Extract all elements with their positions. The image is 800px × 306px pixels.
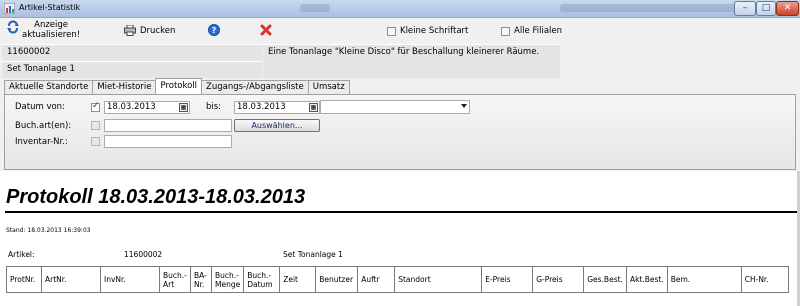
report-article-name: Set Tonanlage 1 bbox=[283, 250, 343, 259]
refresh-button[interactable]: Anzeige aktualisieren! bbox=[6, 20, 80, 40]
article-number-box: 11600002 bbox=[2, 44, 262, 61]
tab-zugangs-abgangsliste[interactable]: Zugangs-/Abgangsliste bbox=[201, 80, 309, 94]
small-font-checkbox[interactable] bbox=[387, 26, 396, 36]
select-booking-types-button[interactable]: Auswählen... bbox=[234, 119, 320, 132]
column-header: CH-Nr. bbox=[740, 266, 789, 293]
refresh-label-line1: Anzeige bbox=[34, 20, 69, 30]
column-header: Standort bbox=[394, 266, 483, 293]
report-title: Protokoll 18.03.2013-18.03.2013 bbox=[6, 186, 306, 208]
column-header: Buch.-Datum bbox=[243, 266, 281, 293]
column-header: InvNr. bbox=[100, 266, 160, 293]
background-blur bbox=[300, 4, 330, 12]
column-header: Zeit bbox=[279, 266, 317, 293]
all-branches-label: Alle Filialen bbox=[514, 26, 563, 36]
refresh-label-line2: aktualisieren! bbox=[22, 30, 81, 40]
article-name-box: Set Tonanlage 1 bbox=[2, 61, 262, 78]
tab-strip: Aktuelle Standorte Miet-Historie Protoko… bbox=[4, 78, 350, 94]
report-timestamp: Stand: 18.03.2013 16:39:03 bbox=[6, 227, 91, 234]
print-button[interactable]: Drucken bbox=[124, 25, 175, 36]
date-to-label: bis: bbox=[206, 102, 222, 112]
app-icon bbox=[4, 3, 15, 14]
column-header: Bem. bbox=[666, 266, 742, 293]
tab-miet-historie[interactable]: Miet-Historie bbox=[92, 80, 157, 94]
maximize-button[interactable]: □ bbox=[756, 1, 776, 16]
refresh-icon bbox=[7, 20, 19, 34]
printer-icon bbox=[124, 25, 136, 36]
date-to-value: 18.03.2013 bbox=[237, 101, 286, 112]
column-header: Buch.-Menge bbox=[210, 266, 245, 293]
date-from-field[interactable]: 18.03.2013 ▦ bbox=[104, 100, 190, 114]
tab-area: Aktuelle Standorte Miet-Historie Protoko… bbox=[0, 78, 800, 171]
column-header: ProtNr. bbox=[6, 266, 42, 293]
title-divider bbox=[5, 211, 800, 213]
tab-protokoll[interactable]: Protokoll bbox=[155, 78, 203, 94]
date-filter-row: Datum von: 18.03.2013 ▦ bis: 18.03.2013 … bbox=[11, 100, 470, 114]
inventory-row: Inventar-Nr.: bbox=[11, 135, 232, 148]
small-font-label: Kleine Schriftart bbox=[400, 26, 469, 36]
background-blur bbox=[560, 4, 760, 12]
column-header: ArtNr. bbox=[41, 266, 101, 293]
booking-type-row: Buch.art(en): Auswählen... bbox=[11, 119, 320, 132]
window-title: Artikel-Statistik bbox=[19, 3, 81, 12]
date-from-checkbox[interactable] bbox=[91, 101, 100, 112]
article-number: 11600002 bbox=[7, 47, 51, 57]
print-label: Drucken bbox=[140, 25, 176, 36]
inventory-field[interactable] bbox=[104, 135, 232, 148]
close-window-button[interactable]: ✕ bbox=[776, 1, 799, 16]
article-description-box: Eine Tonanlage "Kleine Disco" für Bescha… bbox=[263, 44, 560, 78]
tab-aktuelle-standorte[interactable]: Aktuelle Standorte bbox=[4, 80, 94, 94]
help-icon: ? bbox=[208, 24, 220, 36]
all-branches-checkbox[interactable] bbox=[501, 26, 510, 36]
filter-panel: Datum von: 18.03.2013 ▦ bis: 18.03.2013 … bbox=[4, 94, 796, 170]
booking-type-label: Buch.art(en): bbox=[15, 120, 72, 131]
booking-type-checkbox[interactable] bbox=[91, 121, 100, 130]
table-header-row: ProtNr. ArtNr. InvNr. Buch.-Art BA-Nr. B… bbox=[6, 266, 789, 293]
article-info-panel: 11600002 Set Tonanlage 1 Eine Tonanlage … bbox=[0, 44, 800, 78]
chevron-down-icon bbox=[461, 104, 467, 108]
column-header: Buch.-Art bbox=[159, 266, 191, 293]
column-header: Auftr bbox=[357, 266, 396, 293]
report-preview: Protokoll 18.03.2013-18.03.2013 Stand: 1… bbox=[0, 171, 800, 306]
column-header: E-Preis bbox=[481, 266, 534, 293]
toolbar: Anzeige aktualisieren! Drucken ? Kleine … bbox=[0, 18, 800, 44]
small-font-option[interactable]: Kleine Schriftart bbox=[387, 26, 468, 36]
svg-text:?: ? bbox=[212, 26, 217, 35]
column-header: BA-Nr. bbox=[190, 266, 212, 293]
column-header: Ges.Best. bbox=[583, 266, 627, 293]
date-from-value: 18.03.2013 bbox=[107, 101, 156, 112]
inventory-label: Inventar-Nr.: bbox=[15, 136, 68, 147]
report-table-header: ProtNr. ArtNr. InvNr. Buch.-Art BA-Nr. B… bbox=[6, 266, 789, 293]
inventory-checkbox[interactable] bbox=[91, 137, 100, 146]
booking-type-field[interactable] bbox=[104, 119, 232, 132]
close-icon bbox=[260, 24, 272, 36]
title-bar: Artikel-Statistik – □ ✕ bbox=[0, 0, 800, 18]
cancel-button[interactable] bbox=[260, 24, 272, 36]
date-range-dropdown[interactable] bbox=[320, 100, 470, 114]
date-to-field[interactable]: 18.03.2013 ▦ bbox=[234, 100, 320, 114]
column-header: Akt.Best. bbox=[625, 266, 668, 293]
calendar-icon[interactable]: ▦ bbox=[309, 102, 318, 112]
column-header: Benutzer bbox=[315, 266, 359, 293]
article-label: Artikel: bbox=[8, 250, 35, 259]
help-button[interactable]: ? bbox=[208, 24, 220, 36]
report-article-number: 11600002 bbox=[124, 250, 163, 259]
minimize-button[interactable]: – bbox=[734, 1, 756, 16]
date-from-label: Datum von: bbox=[15, 102, 65, 112]
column-header: G-Preis bbox=[532, 266, 585, 293]
calendar-icon[interactable]: ▦ bbox=[179, 102, 188, 112]
article-name: Set Tonanlage 1 bbox=[7, 64, 75, 74]
article-description: Eine Tonanlage "Kleine Disco" für Bescha… bbox=[268, 47, 540, 57]
tab-umsatz[interactable]: Umsatz bbox=[307, 80, 350, 94]
all-branches-option[interactable]: Alle Filialen bbox=[501, 26, 562, 36]
